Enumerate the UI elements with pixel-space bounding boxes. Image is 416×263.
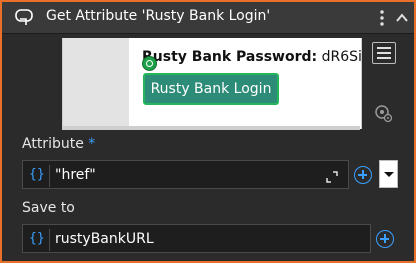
chevron-up-icon[interactable] — [395, 8, 409, 28]
menu-bar — [377, 47, 391, 49]
attribute-input[interactable]: {} "href" — [22, 160, 349, 189]
target-settings-icon[interactable] — [374, 103, 394, 127]
preview-scrollbar[interactable] — [62, 126, 360, 130]
activity-panel: Get Attribute 'Rusty Bank Login' Rusty B… — [0, 0, 416, 263]
attribute-label: Attribute * — [22, 136, 95, 152]
activity-title: Get Attribute 'Rusty Bank Login' — [46, 8, 271, 24]
target-preview[interactable]: Rusty Bank Password: dR6Si6O& Rusty Bank… — [62, 38, 362, 129]
expand-editor-icon[interactable] — [325, 169, 339, 188]
attribute-value: "href" — [55, 167, 96, 183]
input-divider — [49, 229, 50, 251]
expression-braces-icon[interactable]: {} — [29, 167, 45, 182]
attribute-label-text: Attribute — [22, 136, 84, 152]
preview-password-line: Rusty Bank Password: dR6Si6O& — [142, 49, 362, 65]
save-to-value: rustyBankURL — [55, 231, 154, 247]
activity-header[interactable]: Get Attribute 'Rusty Bank Login' — [2, 2, 414, 34]
preview-login-button: Rusty Bank Login — [143, 73, 279, 105]
hamburger-menu-icon[interactable] — [372, 42, 396, 64]
expression-braces-icon[interactable]: {} — [29, 231, 45, 246]
menu-bar — [377, 52, 391, 54]
app-activity-icon — [14, 7, 36, 31]
preview-password-label: Rusty Bank Password: — [142, 49, 318, 65]
menu-bar — [377, 57, 391, 59]
save-to-add-plus-circle-icon[interactable] — [376, 230, 394, 248]
target-badge-icon — [142, 56, 157, 71]
save-to-label: Save to — [22, 200, 75, 216]
vertical-ellipsis-icon[interactable] — [375, 8, 389, 28]
required-asterisk: * — [88, 136, 96, 152]
attribute-dropdown-caret-down-icon[interactable] — [379, 160, 398, 188]
preview-password-value: dR6Si6O& — [321, 49, 362, 65]
preview-margin — [63, 38, 129, 129]
attribute-add-plus-circle-icon[interactable] — [354, 166, 372, 184]
save-to-input[interactable]: {} rustyBankURL — [22, 224, 371, 253]
input-divider — [49, 165, 50, 187]
